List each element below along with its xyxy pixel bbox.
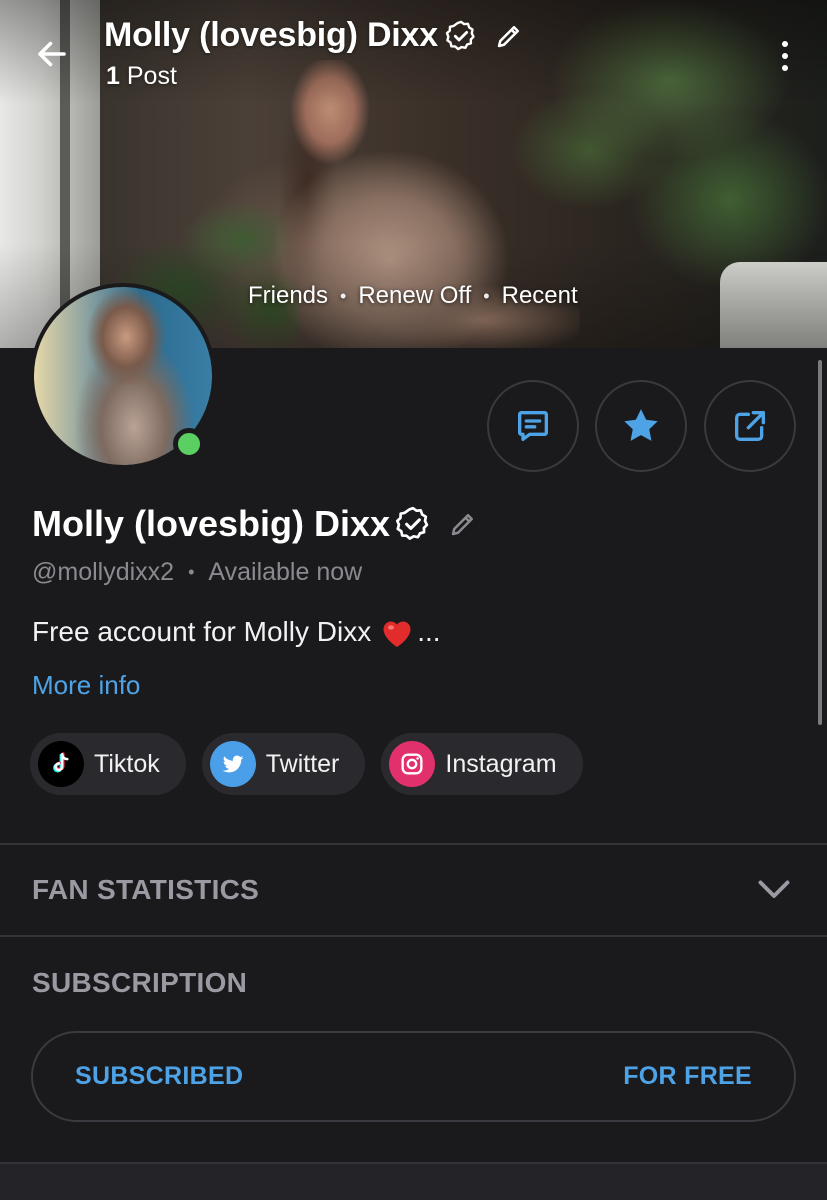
subscription-title: SUBSCRIPTION: [32, 967, 248, 998]
twitter-icon: [209, 741, 256, 787]
pencil-icon[interactable]: [448, 509, 478, 539]
share-button[interactable]: [704, 380, 796, 472]
handle-row: @mollydixx2 • Available now: [32, 558, 362, 587]
availability-status: Available now: [208, 558, 363, 586]
username: @mollydixx2: [32, 558, 175, 586]
bottom-section: [0, 1162, 827, 1200]
meta-friends: Friends: [248, 282, 329, 309]
verified-badge-icon: [396, 506, 429, 540]
meta-renew: Renew Off: [358, 282, 472, 309]
tiktok-label: Tiktok: [94, 749, 160, 778]
tiktok-icon: [38, 741, 84, 787]
scrollbar[interactable]: [818, 360, 822, 725]
favorite-button[interactable]: [595, 380, 687, 472]
meta-recent: Recent: [501, 282, 578, 309]
share-icon: [735, 411, 765, 441]
profile-name-row: Molly (lovesbig) Dixx: [32, 503, 478, 545]
posts-label: Post: [126, 62, 177, 90]
divider: [0, 935, 827, 937]
bio: Free account for Molly Dixx ...: [32, 615, 441, 649]
message-button[interactable]: [487, 380, 579, 472]
separator-dot: •: [188, 562, 195, 582]
instagram-label: Instagram: [445, 749, 557, 778]
price-label: FOR FREE: [623, 1062, 752, 1090]
arrow-left-icon: [38, 41, 66, 67]
tiktok-link[interactable]: Tiktok: [30, 733, 186, 795]
online-status-dot: [173, 428, 205, 460]
instagram-icon: [389, 741, 436, 787]
twitter-link[interactable]: Twitter: [201, 733, 366, 795]
posts-number: 1: [106, 62, 120, 90]
bio-text: Free account for Molly Dixx: [32, 616, 372, 647]
heart-icon: [383, 621, 411, 647]
twitter-label: Twitter: [265, 749, 340, 778]
top-bar: Molly (lovesbig) Dixx 1 Post: [0, 0, 827, 110]
posts-count: 1 Post: [106, 62, 177, 91]
chevron-down-icon[interactable]: [756, 876, 792, 904]
message-icon: [518, 411, 548, 441]
star-icon: [624, 409, 658, 441]
back-button[interactable]: [28, 30, 76, 78]
pencil-icon[interactable]: [494, 21, 524, 51]
fan-statistics-title[interactable]: FAN STATISTICS: [32, 874, 259, 906]
bio-ellipsis: ...: [417, 616, 441, 647]
verified-badge-icon: [445, 20, 475, 50]
divider: [0, 843, 827, 845]
social-links: Tiktok Twitter Instagram: [30, 733, 583, 795]
more-vertical-icon[interactable]: [770, 34, 800, 78]
cover-meta: Friends • Renew Off • Recent: [248, 282, 578, 310]
subscription-button[interactable]: SUBSCRIBED FOR FREE: [31, 1031, 796, 1122]
header-title-row: Molly (lovesbig) Dixx: [104, 16, 524, 55]
meta-separator: •: [340, 285, 347, 306]
subscribed-label: SUBSCRIBED: [75, 1062, 244, 1090]
instagram-link[interactable]: Instagram: [381, 733, 583, 795]
page-title: Molly (lovesbig) Dixx: [104, 16, 438, 54]
more-info-link[interactable]: More info: [32, 670, 140, 701]
profile-name: Molly (lovesbig) Dixx: [32, 503, 391, 544]
meta-separator: •: [483, 285, 490, 306]
